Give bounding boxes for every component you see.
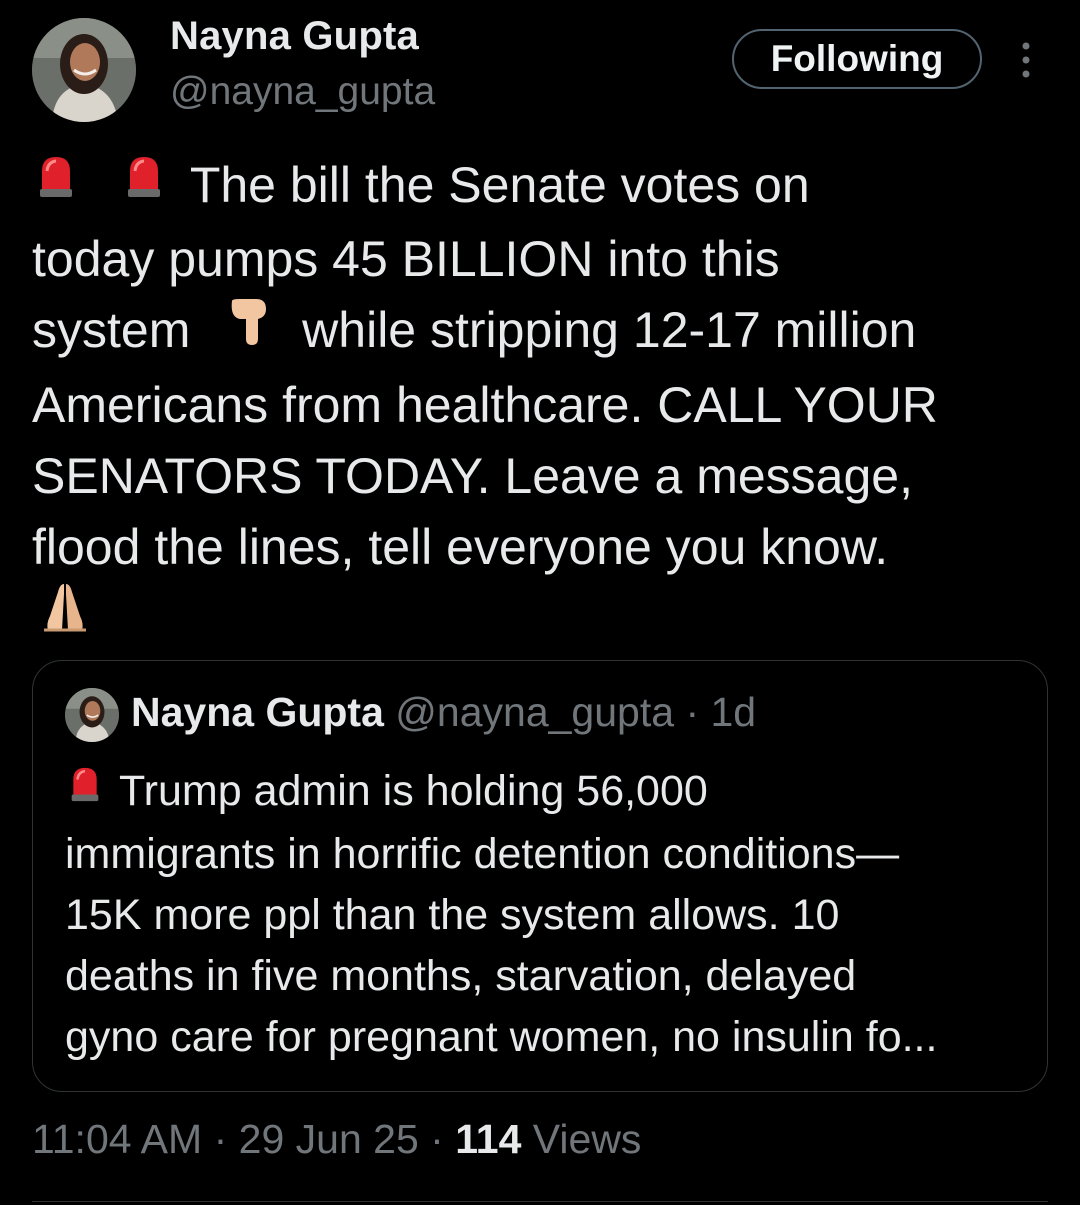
police-light-icon (32, 147, 80, 218)
quoted-author-name: Nayna Gupta (131, 689, 384, 735)
author-name[interactable]: Nayna Gupta (170, 14, 419, 59)
tweet-meta: 11:04 AM · 29 Jun 25 · 114 Views (32, 1116, 641, 1163)
tweet-detail: Nayna Gupta @nayna_gupta Following The b… (0, 0, 1080, 1205)
following-button[interactable]: Following (732, 29, 982, 89)
quoted-tweet[interactable]: Nayna Gupta @nayna_gupta · 1d Trump admi… (32, 660, 1048, 1092)
quoted-line: gyno care for pregnant women, no insulin… (65, 1013, 938, 1062)
tweet-line-text: system (32, 302, 191, 359)
author-handle[interactable]: @nayna_gupta (170, 70, 435, 114)
tweet-date[interactable]: 29 Jun 25 (239, 1116, 419, 1162)
quoted-tweet-text: Trump admin is holding 56,000 immigrants… (65, 761, 1025, 1068)
author-avatar[interactable] (32, 18, 136, 122)
tweet-line: flood the lines, tell everyone you know. (32, 518, 889, 575)
quoted-tweet-header: Nayna Gupta @nayna_gupta · 1d (131, 689, 756, 736)
separator-dot: · (430, 1116, 444, 1162)
tweet-line: today pumps 45 BILLION into this (32, 231, 780, 288)
quoted-line: immigrants in horrific detention conditi… (65, 830, 900, 879)
tweet-line: Americans from healthcare. CALL YOUR (32, 376, 938, 433)
separator-dot: · (213, 1116, 228, 1162)
quoted-line: 15K more ppl than the system allows. 10 (65, 891, 840, 940)
tweet-text: The bill the Senate votes on today pumps… (32, 150, 1052, 657)
tweet-line-text: while stripping 12-17 million (302, 302, 917, 359)
point-down-hand-icon (226, 293, 270, 364)
tweet-line (32, 583, 1052, 657)
views-count[interactable]: 114 (455, 1116, 521, 1162)
tweet-line: SENATORS TODAY. Leave a message, (32, 447, 913, 504)
quoted-author-handle: @nayna_gupta (395, 689, 675, 735)
tweet-line-text: The bill the Senate votes on (189, 157, 810, 213)
quoted-line: deaths in five months, starvation, delay… (65, 952, 857, 1001)
police-light-icon (65, 759, 105, 820)
tweet-line: system while stripping 12-17 million (32, 295, 1052, 369)
quoted-line-text: Trump admin is holding 56,000 (119, 767, 708, 815)
tweet-line: The bill the Senate votes on (32, 150, 1052, 224)
quoted-author-avatar (65, 688, 119, 742)
views-label: Views (532, 1116, 642, 1162)
tweet-time[interactable]: 11:04 AM (32, 1116, 202, 1162)
more-vertical-icon[interactable] (1014, 40, 1038, 80)
police-light-icon (120, 147, 168, 218)
separator-dot: · (685, 689, 700, 735)
quoted-line: Trump admin is holding 56,000 (65, 761, 1025, 824)
quoted-tweet-time: 1d (710, 689, 757, 735)
divider (32, 1201, 1048, 1202)
folded-hands-icon (42, 580, 88, 651)
